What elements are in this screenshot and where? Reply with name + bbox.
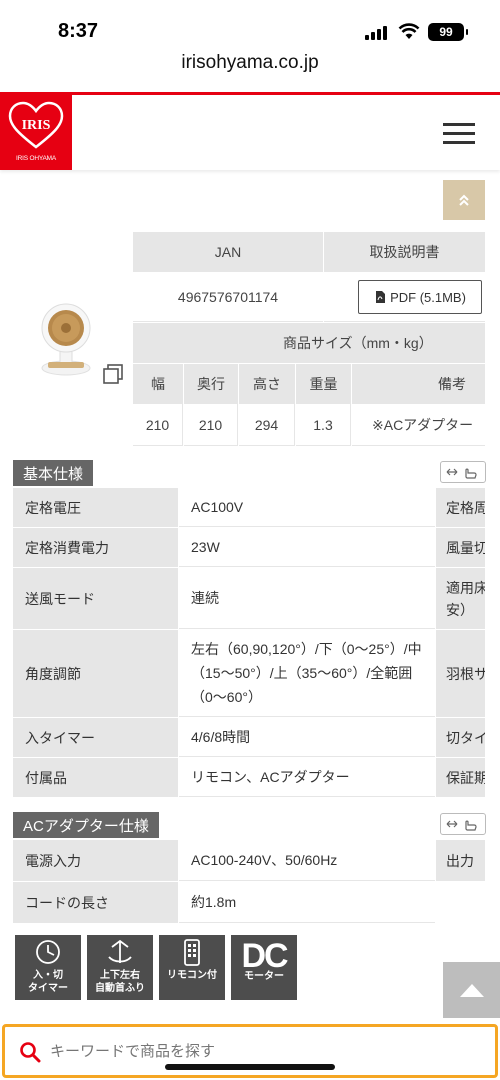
iris-logo[interactable]: IRIS IRIS OHYAMA — [0, 95, 72, 170]
signal-icon — [365, 26, 389, 40]
home-indicator — [165, 1064, 335, 1070]
feature-dc-motor-icon: DC モーター — [231, 935, 297, 1000]
spec-label: コードの長さ — [13, 882, 178, 923]
pdf-icon — [376, 291, 386, 303]
table-row: 定格電圧 AC100V 定格周 — [13, 488, 485, 528]
spec-label: 送風モード — [13, 568, 178, 629]
col-notes-header: 備考 — [352, 364, 485, 404]
spec-value: 約1.8m — [179, 882, 435, 923]
spec-label: 入タイマー — [13, 718, 178, 757]
spec-value: 23W — [179, 528, 435, 567]
basic-spec-title: 基本仕様 — [13, 460, 94, 486]
col-height-header: 高さ — [239, 364, 295, 404]
feature-timer-icon: 入・切 タイマー — [15, 935, 81, 1000]
spec-extra-label — [436, 882, 485, 923]
feature-label: モーター — [244, 971, 284, 982]
feature-label: リモコン付 — [167, 970, 217, 981]
pdf-label: PDF (5.1MB) — [390, 289, 466, 305]
feature-label: タイマー — [28, 983, 68, 994]
table-row: 角度調節 左右（60,90,120°）/下（0〜25°）/中（15〜50°）/上… — [13, 630, 485, 718]
triangle-up-icon — [459, 984, 484, 997]
svg-text:IRIS: IRIS — [22, 118, 51, 133]
horizontal-scroll-hint — [440, 813, 486, 835]
spec-label: 定格電圧 — [13, 488, 178, 527]
status-bar: 8:37 99 — [0, 0, 500, 50]
table-row: 付属品 リモコン、ACアダプター 保証期 — [13, 758, 485, 798]
height-value: 294 — [239, 404, 295, 446]
col-depth-header: 奥行 — [184, 364, 238, 404]
feature-remote-icon: リモコン付 — [159, 935, 225, 1000]
feature-label: 自動首ふり — [95, 983, 145, 994]
search-icon — [20, 1042, 41, 1063]
menu-button[interactable] — [443, 123, 475, 145]
notes-value: ※ACアダプター — [352, 404, 485, 446]
copy-icon[interactable] — [101, 362, 125, 386]
double-chevron-up-icon — [459, 194, 469, 206]
address-bar[interactable]: irisohyama.co.jp — [0, 52, 500, 84]
scroll-up-button[interactable] — [443, 180, 485, 220]
jan-value: 4967576701174 — [133, 272, 323, 322]
table-row: 電源入力 AC100-240V、50/60Hz 出力 — [13, 840, 485, 882]
feature-label: 上下左右 — [100, 970, 140, 981]
spec-extra-label: 適用床 安） — [436, 568, 485, 629]
pdf-manual-button[interactable]: PDF (5.1MB) — [358, 280, 482, 314]
site-header: IRIS IRIS OHYAMA — [0, 92, 500, 170]
remote-control-icon — [184, 939, 200, 966]
clock-icon — [36, 940, 60, 964]
swipe-hand-icon — [446, 820, 477, 831]
jan-header: JAN — [133, 232, 323, 272]
spec-value: 左右（60,90,120°）/下（0〜25°）/中（15〜50°）/上（35〜6… — [179, 630, 435, 717]
battery-icon: 99 — [428, 23, 468, 41]
spec-extra-label: 出力 — [436, 840, 485, 881]
feature-label: 入・切 — [33, 970, 63, 981]
swing-arrows-icon — [108, 939, 132, 963]
status-time: 8:37 — [58, 20, 99, 42]
spec-value: AC100-240V、50/60Hz — [179, 840, 435, 881]
spec-extra-label: 切タイ — [436, 718, 485, 757]
spec-extra-label: 定格周 — [436, 488, 485, 527]
spec-label: 定格消費電力 — [13, 528, 178, 567]
spec-extra-label: 保証期 — [436, 758, 485, 797]
spec-value: リモコン、ACアダプター — [179, 758, 435, 797]
table-row: 送風モード 連続 適用床 安） — [13, 568, 485, 630]
spec-label: 付属品 — [13, 758, 178, 797]
table-row: 入タイマー 4/6/8時間 切タイ — [13, 718, 485, 758]
spec-label: 電源入力 — [13, 840, 178, 881]
adapter-spec-title: ACアダプター仕様 — [13, 812, 159, 838]
size-header: 商品サイズ（mm・kg） — [133, 323, 485, 363]
table-row: コードの長さ 約1.8m — [13, 882, 485, 924]
spec-extra-label: 風量切 — [436, 528, 485, 567]
depth-value: 210 — [184, 404, 238, 446]
page-top-button[interactable] — [443, 962, 500, 1018]
manual-header: 取扱説明書 — [324, 232, 485, 272]
width-value: 210 — [133, 404, 183, 446]
col-weight-header: 重量 — [296, 364, 351, 404]
logo-text: IRIS OHYAMA — [16, 155, 56, 162]
spec-label: 角度調節 — [13, 630, 178, 717]
spec-value: AC100V — [179, 488, 435, 527]
spec-value: 4/6/8時間 — [179, 718, 435, 757]
spec-value: 連続 — [179, 568, 435, 629]
feature-swing-icon: 上下左右 自動首ふり — [87, 935, 153, 1000]
wifi-icon — [398, 23, 420, 39]
logo-heart-icon: IRIS — [8, 101, 64, 149]
swipe-hand-icon — [446, 468, 477, 479]
spec-extra-label: 羽根サ — [436, 630, 485, 717]
weight-value: 1.3 — [296, 404, 351, 446]
table-row: 定格消費電力 23W 風量切 — [13, 528, 485, 568]
horizontal-scroll-hint — [440, 461, 486, 483]
product-image[interactable] — [38, 302, 94, 378]
col-width-header: 幅 — [133, 364, 183, 404]
